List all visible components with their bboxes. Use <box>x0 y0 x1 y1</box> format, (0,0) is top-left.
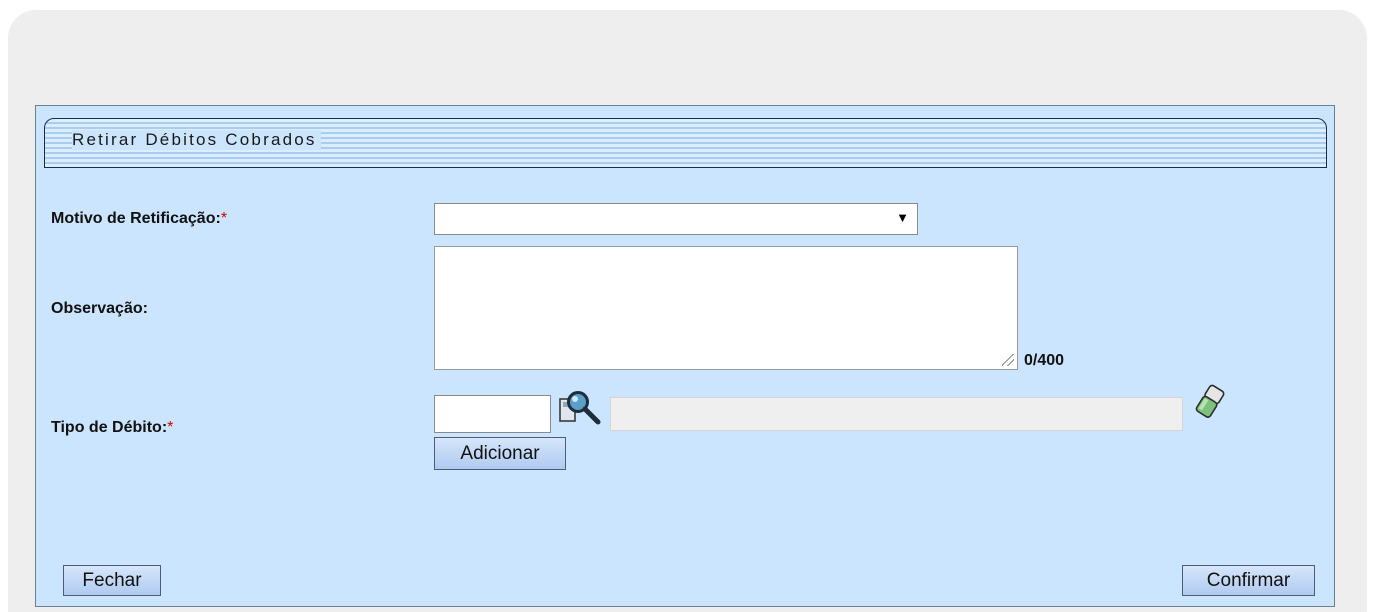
panel-header: Retirar Débitos Cobrados <box>44 118 1327 168</box>
observacao-label: Observação: <box>51 300 148 317</box>
motivo-label-text: Motivo de Retificação: <box>51 210 221 227</box>
observacao-textarea[interactable] <box>434 246 1018 370</box>
tipo-debito-label-text: Tipo de Débito: <box>51 419 168 436</box>
motivo-required-mark: * <box>220 210 228 227</box>
close-button[interactable]: Fechar <box>63 565 161 596</box>
char-counter: 0/400 <box>1024 352 1065 369</box>
dropdown-arrow-icon[interactable]: ▼ <box>896 210 909 225</box>
tipo-debito-code-input[interactable] <box>434 395 551 433</box>
tipo-debito-description-field <box>610 397 1183 431</box>
panel-title: Retirar Débitos Cobrados <box>72 130 321 150</box>
motivo-label: Motivo de Retificação:* <box>51 210 227 228</box>
resize-grip-icon[interactable] <box>1002 354 1014 366</box>
confirm-button[interactable]: Confirmar <box>1182 565 1315 596</box>
magnifier-icon[interactable] <box>558 388 604 430</box>
tipo-debito-label: Tipo de Débito:* <box>51 419 173 437</box>
add-button[interactable]: Adicionar <box>434 437 566 470</box>
motivo-select[interactable]: ▼ <box>434 203 918 235</box>
eraser-icon[interactable] <box>1190 384 1228 422</box>
tipo-debito-required-mark: * <box>167 419 174 436</box>
form-panel: Retirar Débitos Cobrados Motivo de Retif… <box>35 105 1335 607</box>
